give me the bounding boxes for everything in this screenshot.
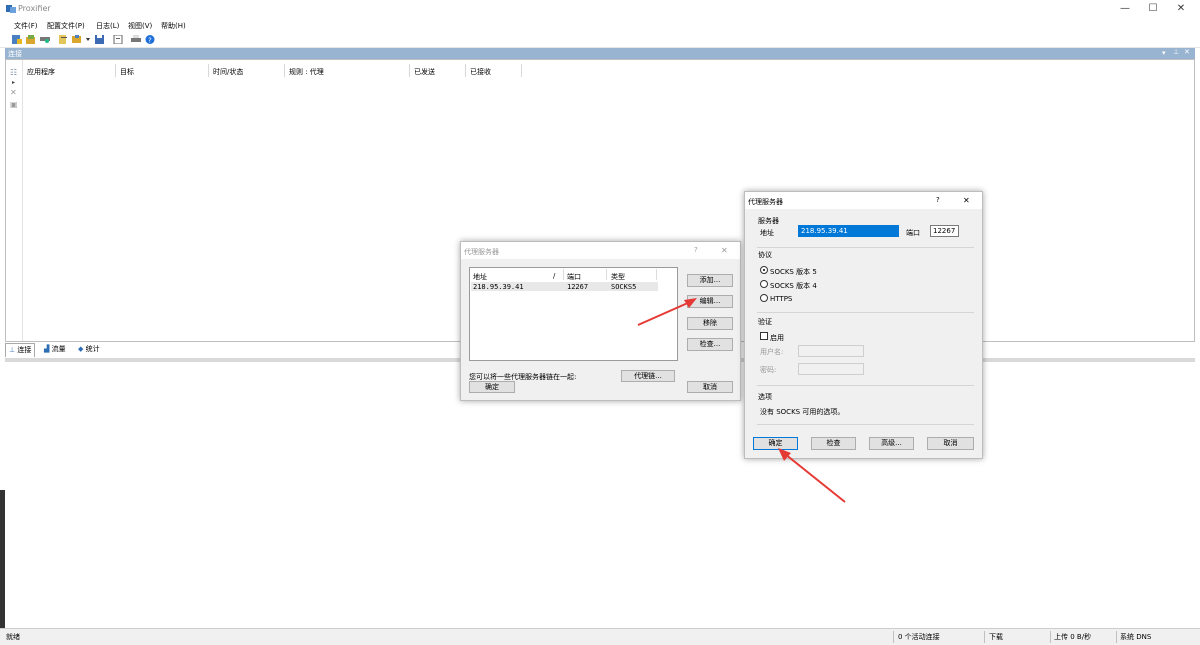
arrow-to-edit — [637, 298, 697, 326]
arrow-to-ok — [778, 448, 846, 503]
annotation-arrows — [637, 298, 846, 503]
